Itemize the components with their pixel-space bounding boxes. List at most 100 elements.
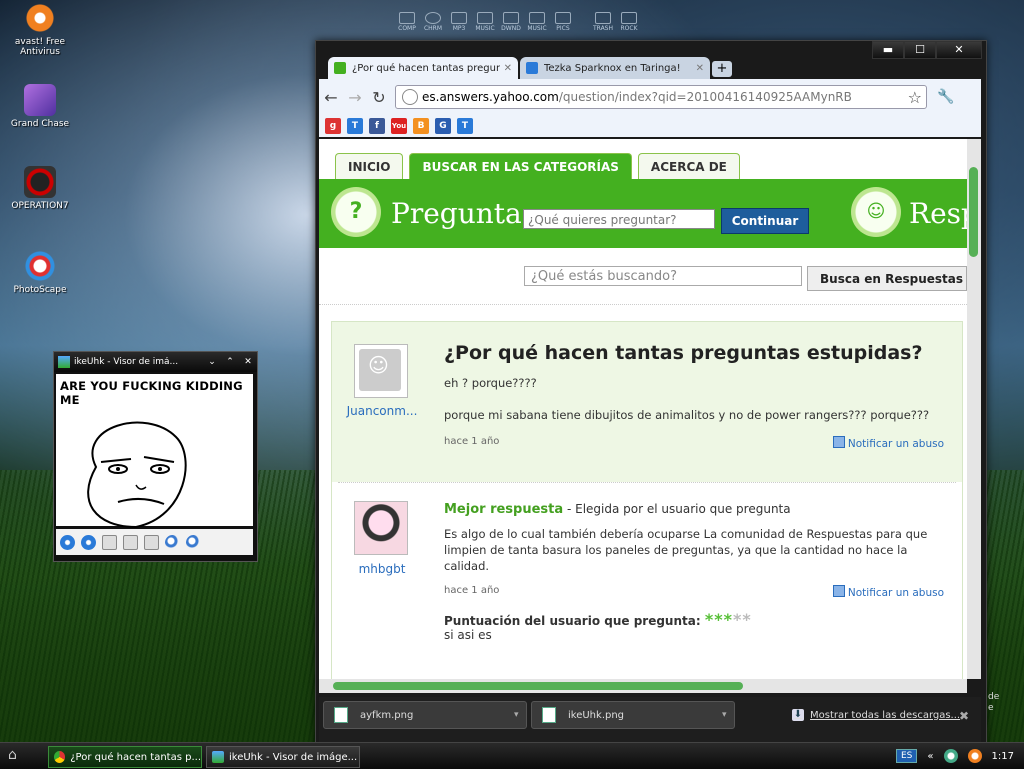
blogger-icon[interactable]: B [413,118,429,134]
youtube-icon[interactable]: You [391,118,407,134]
tab-inicio[interactable]: INICIO [335,153,404,180]
horizontal-scrollbar[interactable] [319,679,967,693]
facebook-icon[interactable]: f [369,118,385,134]
bookmark-star-icon[interactable]: ☆ [908,88,922,107]
close-button[interactable]: ✕ [936,41,982,59]
minimize-button[interactable]: ▬ [872,41,904,59]
divider [338,482,956,483]
continue-button[interactable]: Continuar [721,208,809,234]
avatar[interactable] [354,501,408,555]
best-answer-label: Mejor respuesta [444,502,564,517]
browser-tabs: ¿Por qué hacen tantas preguntas e ✕ Tezk… [328,57,732,79]
desktop-icon-label: OPERATION7 [11,201,69,211]
viewer-close-button[interactable]: ✕ [239,357,257,367]
tab-close-icon[interactable]: ✕ [696,63,704,74]
taskbar-task-viewer[interactable]: ikeUhk - Visor de imáge... [206,746,360,768]
question-panel: ☺ Juanconm... ¿Por qué hacen tantas preg… [331,321,963,679]
desktop-icon-operation7[interactable]: OPERATION7 [0,166,80,211]
search-button[interactable]: Busca en Respuestas [807,266,967,291]
question-detail: eh ? porque???? [444,376,537,390]
show-all-downloads-link[interactable]: ⬇ Mostrar todas las descargas... [792,709,960,721]
fit-window-icon[interactable] [102,534,117,550]
slideshow-icon[interactable] [144,534,159,550]
viewer-minimize-button[interactable]: ⌄ [203,357,221,367]
taringa-icon[interactable]: T [457,118,473,134]
tab-yahoo-answers[interactable]: ¿Por qué hacen tantas preguntas e ✕ [328,57,518,79]
chevron-down-icon[interactable]: ▾ [722,710,734,720]
viewer-titlebar[interactable]: ikeUhk - Visor de imá... ⌄ ⌃ ✕ [54,352,257,372]
desktop-icon-label: PhotoScape [13,285,67,295]
rage-face-drawing [87,421,187,529]
start-icon[interactable]: ⌂ [8,747,28,765]
google-icon[interactable]: g [325,118,341,134]
new-tab-button[interactable]: + [712,61,732,77]
taringa-icon[interactable]: T [347,118,363,134]
dock-item-dwnd[interactable]: DWND [500,12,522,32]
wrench-icon[interactable]: 🔧 [935,89,957,105]
star-empty-icon: * [742,610,752,629]
next-image-icon[interactable] [81,534,96,550]
browser-window: ▬ ☐ ✕ ¿Por qué hacen tantas preguntas e … [315,40,987,747]
reload-icon[interactable]: ↻ [367,88,391,107]
previous-image-icon[interactable] [60,534,75,550]
show-hidden-icons[interactable]: « [927,751,933,762]
dock-item-pics[interactable]: PICS [552,12,574,32]
avast-tray-icon[interactable] [967,749,982,763]
taskbar-task-browser[interactable]: ¿Por qué hacen tantas p... [48,746,202,768]
image-viewer-icon [212,751,224,763]
viewer-toolbar [56,529,253,555]
report-abuse-link[interactable]: Notificar un abuso [832,436,944,450]
yahoo-answers-favicon-icon [334,62,346,74]
download-item[interactable]: ikeUhk.png ▾ [531,701,735,729]
ask-banner: ? Pregunta ¿Qué quieres preguntar? Conti… [319,179,967,248]
ask-question-input[interactable]: ¿Qué quieres preguntar? [523,209,715,229]
dock-item-comp[interactable]: COMP [396,12,418,32]
tab-acerca-de[interactable]: ACERCA DE [637,153,740,180]
avast-icon [24,2,56,34]
close-downloads-icon[interactable]: ✖ [959,709,969,723]
grand-chase-icon [24,84,56,116]
taringa-favicon-icon [526,62,538,74]
language-indicator[interactable]: ES [896,749,918,763]
dock-item-mp3[interactable]: MP3 [448,12,470,32]
default-avatar-icon: ☺ [368,353,389,377]
divider [319,304,967,305]
gmail-icon[interactable]: G [435,118,451,134]
photoscape-icon [24,250,56,282]
back-icon[interactable]: ← [319,88,343,107]
dock-item-chrm[interactable]: CHRM [422,12,444,32]
chevron-down-icon[interactable]: ▾ [514,710,526,720]
dock-item-rock[interactable]: ROCK [618,12,640,32]
desktop-icon-photoscape[interactable]: PhotoScape [0,250,80,295]
dock-item-music2[interactable]: MUSIC [526,12,548,32]
search-input[interactable]: ¿Qué estás buscando? [524,266,802,286]
avatar[interactable]: ☺ [354,344,408,398]
window-controls: ▬ ☐ ✕ [872,41,982,59]
respuestas-label: Resp [909,197,967,230]
download-item[interactable]: ayfkm.png ▾ [323,701,527,729]
desktop-icon-grand-chase[interactable]: Grand Chase [0,84,80,129]
question-title: ¿Por qué hacen tantas preguntas estupida… [444,342,923,364]
tab-close-icon[interactable]: ✕ [504,63,512,74]
report-abuse-link[interactable]: Notificar un abuso [832,585,944,599]
forward-icon[interactable]: → [343,88,367,107]
dock-item-music[interactable]: MUSIC [474,12,496,32]
answer-text: Es algo de lo cual también debería ocupa… [444,527,928,573]
downloads-shelf: ayfkm.png ▾ ikeUhk.png ▾ ⬇ Mostrar todas … [319,697,981,743]
address-bar[interactable]: es.answers.yahoo.com/question/index?qid=… [395,85,927,109]
desktop-icon-avast[interactable]: avast! Free Antivirus [0,2,80,57]
network-icon[interactable] [943,749,958,763]
zoom-in-icon[interactable] [165,534,180,550]
answer-author-link[interactable]: mhbgbt [346,562,418,576]
asker-name-link[interactable]: Juanconm... [346,404,418,418]
tab-buscar-categorias[interactable]: BUSCAR EN LAS CATEGORÍAS [409,153,632,180]
tab-taringa[interactable]: Tezka Sparknox en Taringa! ✕ [520,57,710,79]
dock-item-trash[interactable]: TRASH [592,12,614,32]
viewer-restore-button[interactable]: ⌃ [221,357,239,367]
system-tray: ES « 1:17 [896,743,1024,769]
actual-size-icon[interactable] [123,534,138,550]
rating-stars: ***** [705,610,752,629]
maximize-button[interactable]: ☐ [904,41,936,59]
zoom-out-icon[interactable] [186,534,201,550]
vertical-scrollbar[interactable] [967,139,981,679]
